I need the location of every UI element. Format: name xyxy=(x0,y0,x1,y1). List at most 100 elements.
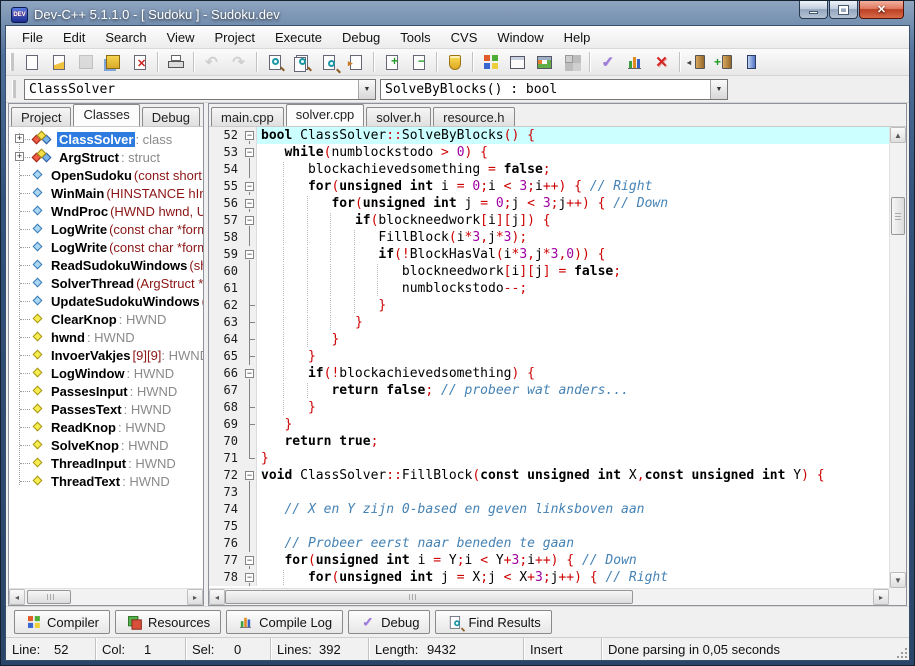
tree-item-hwnd[interactable]: hwnd : HWND xyxy=(9,328,203,346)
output-tab-compile-log[interactable]: Compile Log xyxy=(226,610,344,634)
menu-help[interactable]: Help xyxy=(554,28,601,47)
print-button[interactable] xyxy=(162,50,189,74)
tab-main-cpp[interactable]: main.cpp xyxy=(211,107,284,126)
menu-cvs[interactable]: CVS xyxy=(441,28,488,47)
toggle-bookmark-button[interactable]: + xyxy=(711,50,738,74)
output-tab-compiler[interactable]: Compiler xyxy=(14,610,111,634)
editor-hscrollbar[interactable]: ◂ ▸ xyxy=(209,588,889,605)
hscroll-thumb[interactable] xyxy=(225,590,634,604)
menu-window[interactable]: Window xyxy=(487,28,553,47)
scroll-down-icon[interactable]: ▼ xyxy=(890,572,906,588)
tree-item-threadtext[interactable]: ThreadText : HWND xyxy=(9,472,203,490)
redo-button[interactable]: ↷ xyxy=(225,50,252,74)
menu-file[interactable]: File xyxy=(12,28,53,47)
fold-collapse-icon[interactable]: − xyxy=(243,195,257,212)
tree-item-opensudoku[interactable]: OpenSudoku (const short (* xyxy=(9,166,203,184)
tree-item-readknop[interactable]: ReadKnop : HWND xyxy=(9,418,203,436)
menu-view[interactable]: View xyxy=(157,28,205,47)
menu-tools[interactable]: Tools xyxy=(390,28,440,47)
scroll-right-icon[interactable]: ▸ xyxy=(873,589,889,605)
undo-button[interactable]: ↶ xyxy=(198,50,225,74)
maximize-button[interactable] xyxy=(829,1,858,19)
scroll-left-icon[interactable]: ◂ xyxy=(9,589,25,605)
fold-collapse-icon[interactable]: − xyxy=(243,365,257,382)
compile-button[interactable] xyxy=(477,50,504,74)
tree-item-logwindow[interactable]: LogWindow : HWND xyxy=(9,364,203,382)
tree-item-readsudokuwindows[interactable]: ReadSudokuWindows (sho xyxy=(9,256,203,274)
hscroll-track[interactable] xyxy=(25,589,187,605)
chevron-down-icon[interactable]: ▼ xyxy=(358,79,375,99)
vscroll-track[interactable] xyxy=(890,143,906,572)
syntax-check-button[interactable]: ✓ xyxy=(594,50,621,74)
compile-and-run-button[interactable] xyxy=(531,50,558,74)
replace-button[interactable] xyxy=(288,50,315,74)
goto-line-button[interactable]: ▸ xyxy=(342,50,369,74)
new-file-button[interactable] xyxy=(18,50,45,74)
scroll-left-icon[interactable]: ◂ xyxy=(209,589,225,605)
minimize-button[interactable] xyxy=(799,1,828,19)
fold-collapse-icon[interactable]: − xyxy=(243,552,257,569)
tree-item-logwrite[interactable]: LogWrite (const char *forma xyxy=(9,238,203,256)
tree-item-solveknop[interactable]: SolveKnop : HWND xyxy=(9,436,203,454)
fold-collapse-icon[interactable]: − xyxy=(243,212,257,229)
fold-collapse-icon[interactable]: − xyxy=(243,246,257,263)
project-options-button[interactable] xyxy=(441,50,468,74)
tree-item-passesinput[interactable]: PassesInput : HWND xyxy=(9,382,203,400)
close-button[interactable]: ✕ xyxy=(859,1,904,19)
goto-bookmark-button[interactable] xyxy=(738,50,765,74)
resize-grip[interactable] xyxy=(895,646,907,658)
member-combo[interactable]: SolveByBlocks() : bool ▼ xyxy=(380,78,728,100)
menu-debug[interactable]: Debug xyxy=(332,28,390,47)
chevron-down-icon[interactable]: ▼ xyxy=(710,79,727,99)
open-file-button[interactable] xyxy=(45,50,72,74)
scroll-right-icon[interactable]: ▸ xyxy=(187,589,203,605)
expand-icon[interactable]: + xyxy=(15,152,24,161)
tree-item-threadinput[interactable]: ThreadInput : HWND xyxy=(9,454,203,472)
add-to-project-button[interactable]: + xyxy=(378,50,405,74)
expand-icon[interactable]: + xyxy=(15,134,24,143)
menu-project[interactable]: Project xyxy=(205,28,265,47)
abort-button[interactable]: ✕ xyxy=(648,50,675,74)
run-button[interactable] xyxy=(504,50,531,74)
fold-collapse-icon[interactable]: − xyxy=(243,178,257,195)
tree-item-clearknop[interactable]: ClearKnop : HWND xyxy=(9,310,203,328)
tab-classes[interactable]: Classes xyxy=(73,104,140,126)
tree-item-winmain[interactable]: WinMain (HINSTANCE hInsta xyxy=(9,184,203,202)
scroll-up-icon[interactable]: ▲ xyxy=(890,127,906,143)
save-all-button[interactable] xyxy=(99,50,126,74)
tab-debug[interactable]: Debug xyxy=(141,107,201,126)
tab-solver-cpp[interactable]: solver.cpp xyxy=(285,104,365,126)
tab-project[interactable]: Project xyxy=(11,107,72,126)
find-button[interactable] xyxy=(261,50,288,74)
tree-item-classsolver[interactable]: + ClassSolver : class xyxy=(9,130,203,148)
menu-search[interactable]: Search xyxy=(95,28,156,47)
class-combo[interactable]: ClassSolver ▼ xyxy=(24,78,376,100)
code-editor[interactable]: 52− bool ClassSolver::SolveByBlocks() {53… xyxy=(209,127,889,588)
output-tab-resources[interactable]: Resources xyxy=(115,610,222,634)
hscroll-thumb[interactable] xyxy=(27,590,71,604)
fold-collapse-icon[interactable]: − xyxy=(243,127,257,144)
title-bar[interactable]: DEV Dev-C++ 5.1.1.0 - [ Sudoku ] - Sudok… xyxy=(5,1,910,25)
menu-edit[interactable]: Edit xyxy=(53,28,95,47)
close-file-button[interactable]: ✕ xyxy=(126,50,153,74)
save-button[interactable] xyxy=(72,50,99,74)
vscroll-thumb[interactable] xyxy=(891,197,905,235)
tab-solver-h[interactable]: solver.h xyxy=(366,107,432,126)
fold-collapse-icon[interactable]: − xyxy=(243,467,257,484)
profile-button[interactable] xyxy=(621,50,648,74)
sidebar-hscrollbar[interactable]: ◂ ▸ xyxy=(9,588,203,605)
tab-resource-h[interactable]: resource.h xyxy=(433,107,515,126)
hscroll-track[interactable] xyxy=(225,589,873,605)
remove-from-project-button[interactable]: − xyxy=(405,50,432,74)
tree-item-invoervakjes[interactable]: InvoerVakjes [9][9] : HWND xyxy=(9,346,203,364)
find-in-files-button[interactable] xyxy=(315,50,342,74)
output-tab-debug[interactable]: ✓ Debug xyxy=(348,610,431,634)
rebuild-all-button[interactable] xyxy=(558,50,585,74)
menu-execute[interactable]: Execute xyxy=(265,28,332,47)
output-tab-find-results[interactable]: Find Results xyxy=(435,610,552,634)
tree-item-logwrite[interactable]: LogWrite (const char *forma xyxy=(9,220,203,238)
fold-collapse-icon[interactable]: − xyxy=(243,569,257,586)
insert-button[interactable]: ◂ xyxy=(684,50,711,74)
tree-item-passestext[interactable]: PassesText : HWND xyxy=(9,400,203,418)
fold-collapse-icon[interactable]: − xyxy=(243,144,257,161)
